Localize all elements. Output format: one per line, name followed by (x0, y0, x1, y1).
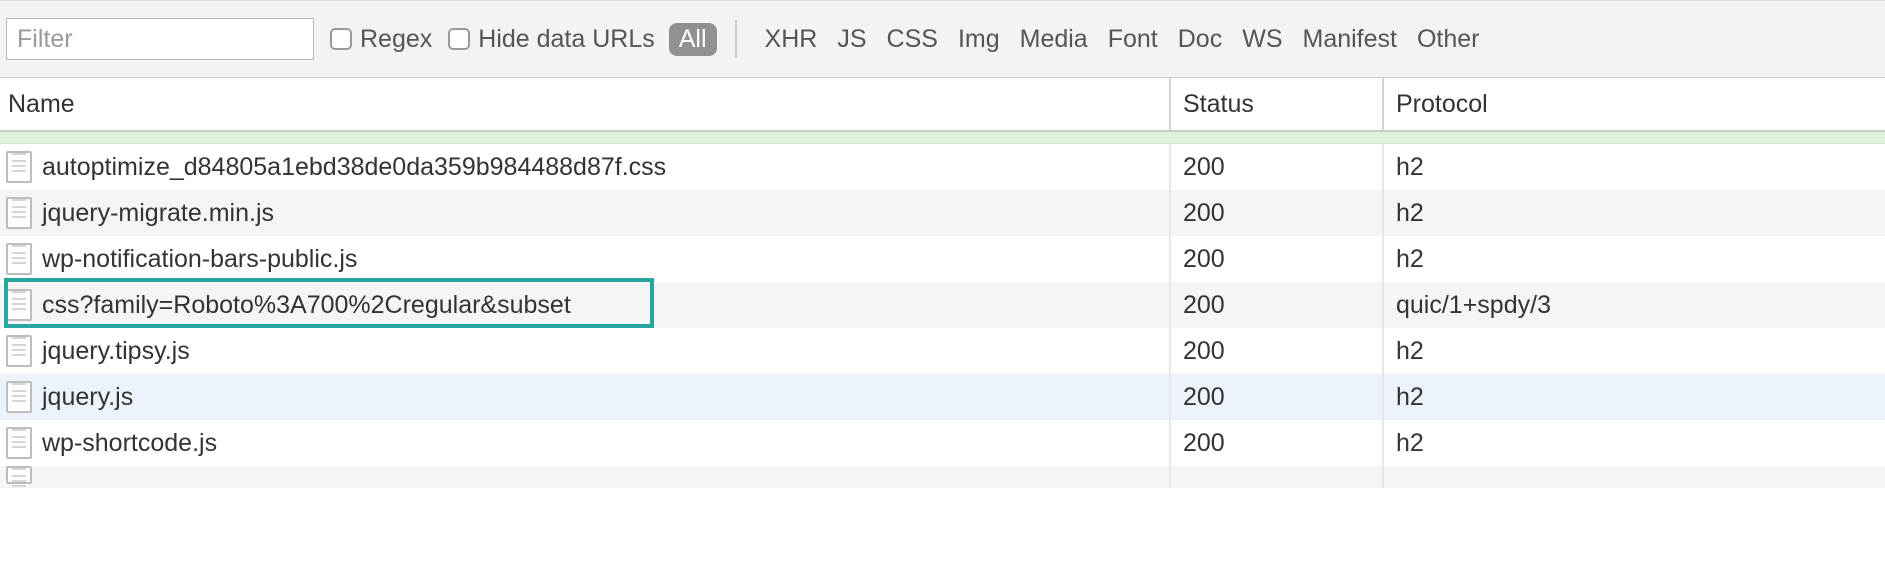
request-status: 200 (1171, 420, 1384, 466)
request-status: 200 (1171, 144, 1384, 190)
filter-type-manifest[interactable]: Manifest (1293, 25, 1407, 54)
filter-type-js[interactable]: JS (827, 25, 876, 54)
next-row-peek (0, 466, 1885, 488)
checkbox-icon (448, 28, 470, 50)
request-status: 200 (1171, 190, 1384, 236)
filter-type-xhr[interactable]: XHR (755, 25, 828, 54)
request-protocol: h2 (1384, 144, 1885, 190)
table-header-row: Name Status Protocol (0, 78, 1885, 132)
filter-type-css[interactable]: CSS (877, 25, 948, 54)
file-icon (6, 335, 32, 367)
separator (735, 20, 737, 58)
network-rows: autoptimize_d84805a1ebd38de0da359b984488… (0, 132, 1885, 488)
previous-row-peek (0, 132, 1885, 144)
table-row[interactable]: jquery.js 200 h2 (0, 374, 1885, 420)
checkbox-icon (330, 28, 352, 50)
request-protocol: h2 (1384, 236, 1885, 282)
request-name: jquery.js (42, 383, 133, 412)
filter-type-doc[interactable]: Doc (1168, 25, 1232, 54)
request-status: 200 (1171, 328, 1384, 374)
request-protocol: h2 (1384, 190, 1885, 236)
request-name: jquery-migrate.min.js (42, 199, 274, 228)
request-protocol: h2 (1384, 374, 1885, 420)
network-toolbar: Regex Hide data URLs All XHR JS CSS Img … (0, 0, 1885, 78)
request-name: wp-shortcode.js (42, 429, 217, 458)
table-row[interactable]: jquery-migrate.min.js 200 h2 (0, 190, 1885, 236)
filter-type-other[interactable]: Other (1407, 25, 1490, 54)
file-icon (6, 427, 32, 459)
request-name: wp-notification-bars-public.js (42, 245, 357, 274)
regex-checkbox-wrap[interactable]: Regex (330, 25, 432, 54)
table-row[interactable]: autoptimize_d84805a1ebd38de0da359b984488… (0, 144, 1885, 190)
request-protocol: quic/1+spdy/3 (1384, 282, 1885, 328)
table-row[interactable]: wp-shortcode.js 200 h2 (0, 420, 1885, 466)
request-status: 200 (1171, 236, 1384, 282)
filter-type-media[interactable]: Media (1010, 25, 1098, 54)
filter-type-font[interactable]: Font (1098, 25, 1168, 54)
table-row[interactable]: jquery.tipsy.js 200 h2 (0, 328, 1885, 374)
table-row[interactable]: wp-notification-bars-public.js 200 h2 (0, 236, 1885, 282)
filter-type-all[interactable]: All (669, 23, 717, 56)
request-protocol: h2 (1384, 420, 1885, 466)
file-icon (6, 197, 32, 229)
filter-type-ws[interactable]: WS (1232, 25, 1292, 54)
filter-type-list: XHR JS CSS Img Media Font Doc WS Manifes… (755, 25, 1490, 54)
hide-data-urls-label: Hide data URLs (478, 25, 654, 54)
table-row[interactable]: css?family=Roboto%3A700%2Cregular&subset… (0, 282, 1885, 328)
file-icon (6, 466, 32, 484)
hide-data-urls-checkbox-wrap[interactable]: Hide data URLs (448, 25, 654, 54)
request-status: 200 (1171, 282, 1384, 328)
request-name: css?family=Roboto%3A700%2Cregular&subset (42, 291, 571, 320)
file-icon (6, 243, 32, 275)
column-header-protocol[interactable]: Protocol (1384, 78, 1885, 130)
file-icon (6, 289, 32, 321)
request-status: 200 (1171, 374, 1384, 420)
request-protocol: h2 (1384, 328, 1885, 374)
file-icon (6, 381, 32, 413)
filter-input[interactable] (6, 18, 314, 60)
column-header-status[interactable]: Status (1171, 78, 1384, 130)
request-name: jquery.tipsy.js (42, 337, 190, 366)
regex-label: Regex (360, 25, 432, 54)
column-header-name[interactable]: Name (0, 78, 1171, 130)
filter-type-img[interactable]: Img (948, 25, 1010, 54)
file-icon (6, 151, 32, 183)
request-name: autoptimize_d84805a1ebd38de0da359b984488… (42, 153, 666, 182)
